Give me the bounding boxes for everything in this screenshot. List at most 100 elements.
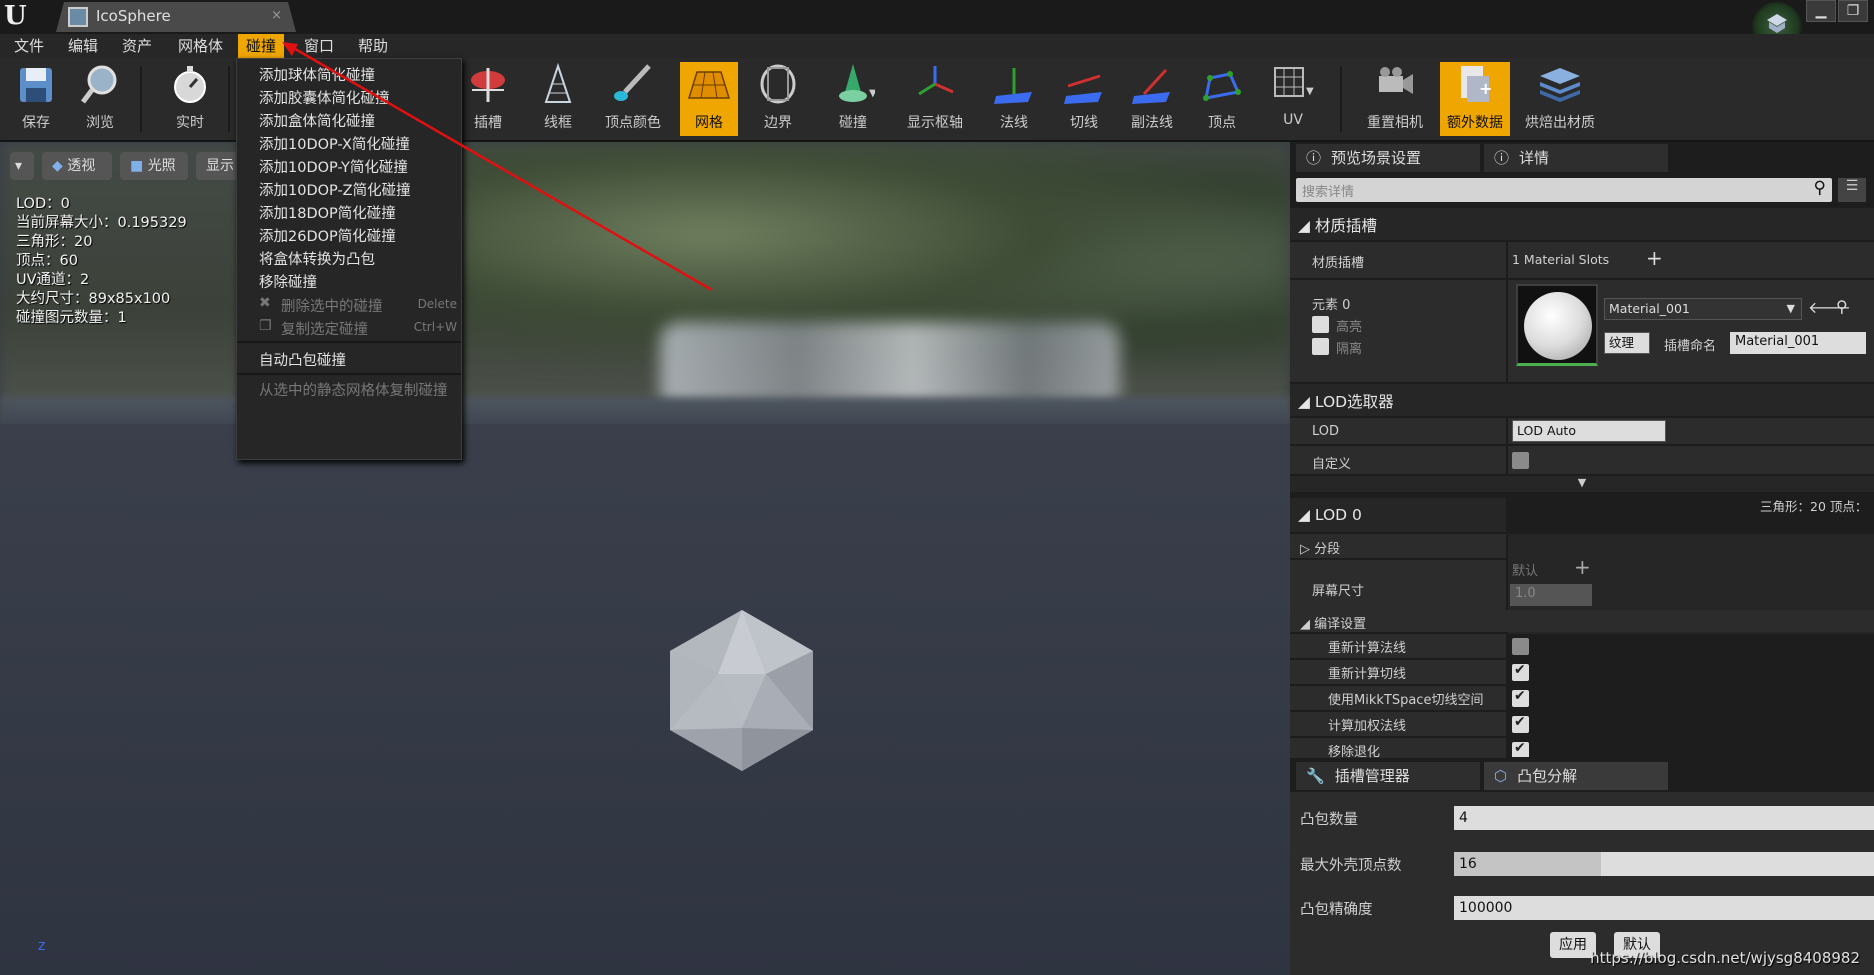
menu-mesh[interactable]: 网格体	[170, 34, 231, 58]
lod-combo[interactable]: LOD Auto	[1512, 420, 1666, 442]
menu-item-convert-to-convex[interactable]: 将盒体转换为凸包	[259, 248, 375, 269]
menu-item-add-10dop-z[interactable]: 添加10DOP-Z简化碰撞	[259, 179, 411, 200]
viewport[interactable]: ▾ ◆ 透视 ■ 光照 显示 z	[0, 142, 1290, 975]
menu-file[interactable]: 文件	[6, 34, 52, 58]
grid-toggle[interactable]: 网格	[680, 62, 738, 136]
lit-button[interactable]: ■ 光照	[120, 152, 188, 180]
show-pivot-toggle[interactable]: 显示枢轴	[900, 62, 970, 136]
realtime-button[interactable]: 实时	[164, 62, 216, 136]
row-recompute-normals: 重新计算法线	[1290, 634, 1506, 658]
menu-item-add-26dop[interactable]: 添加26DOP简化碰撞	[259, 225, 396, 246]
menu-item-add-sphere[interactable]: 添加球体简化碰撞	[259, 64, 375, 85]
browse-label: 浏览	[86, 115, 114, 131]
bake-material-button[interactable]: 烘焙出材质	[1522, 62, 1598, 136]
apply-button[interactable]: 应用	[1550, 932, 1596, 958]
bounds-toggle[interactable]: 边界	[752, 62, 804, 136]
delete-collision-icon: ✖	[259, 295, 271, 311]
recompute-tangents-checkbox[interactable]	[1512, 662, 1529, 681]
menu-item-auto-convex[interactable]: 自动凸包碰撞	[259, 349, 346, 370]
normals-toggle[interactable]: 法线	[988, 62, 1040, 136]
perspective-button[interactable]: ◆ 透视	[42, 152, 112, 180]
menu-item-add-10dop-y[interactable]: 添加10DOP-Y简化碰撞	[259, 156, 408, 177]
restore-button[interactable]: ❐	[1838, 0, 1868, 22]
wireframe-toggle[interactable]: 线框	[532, 62, 584, 136]
tangents-toggle[interactable]: 切线	[1058, 62, 1110, 136]
section-build-settings[interactable]: ◢ 编译设置	[1290, 610, 1874, 632]
section-material-slots[interactable]: ◢ 材质插槽	[1290, 208, 1874, 240]
row-lod-value: LOD Auto	[1508, 418, 1874, 444]
vertices-toggle[interactable]: 顶点	[1196, 62, 1248, 136]
menu-item-duplicate-selected[interactable]: 复制选定碰撞	[281, 318, 368, 339]
tab-socket-manager[interactable]: 🔧 插槽管理器	[1296, 762, 1480, 790]
menu-item-add-18dop[interactable]: 添加18DOP简化碰撞	[259, 202, 396, 223]
slot-name-input[interactable]: Material_001	[1730, 332, 1866, 354]
menu-item-delete-selected[interactable]: 删除选中的碰撞	[281, 295, 383, 316]
row-element0-value: Material_001 🡐 ⚲ 纹理 插槽命名 Material_001	[1508, 280, 1874, 382]
row-sections[interactable]: ▷ 分段	[1290, 534, 1506, 558]
tab-close-button[interactable]: ×	[271, 8, 282, 23]
vertex-colors-toggle[interactable]: 顶点颜色	[600, 62, 666, 136]
menu-window[interactable]: 窗口	[296, 34, 342, 58]
browse-material-icon[interactable]: ⚲	[1836, 297, 1848, 316]
vertex-colors-label: 顶点颜色	[605, 115, 661, 131]
compute-weighted-checkbox[interactable]	[1512, 714, 1529, 733]
section-lod-picker-title: LOD选取器	[1314, 393, 1394, 411]
unreal-logo-icon[interactable]: U	[4, 1, 38, 31]
add-slot-icon[interactable]: +	[1646, 246, 1663, 270]
highlight-checkbox[interactable]	[1312, 316, 1329, 333]
add-platform-override-icon[interactable]: +	[1574, 555, 1591, 579]
tab-preview-scene-settings[interactable]: ⓘ 预览场景设置	[1296, 144, 1480, 172]
view-options-icon[interactable]: ☰	[1838, 178, 1866, 202]
save-button[interactable]: 保存	[10, 62, 62, 136]
menu-item-add-10dop-x[interactable]: 添加10DOP-X简化碰撞	[259, 133, 410, 154]
convex-hull-icon: ⬡	[1494, 767, 1508, 785]
row-material-slots-value: 1 Material Slots +	[1508, 242, 1874, 278]
sockets-toggle[interactable]: 插槽	[462, 62, 514, 136]
viewport-options-button[interactable]: ▾	[10, 152, 34, 180]
menu-item-add-box[interactable]: 添加盒体简化碰撞	[259, 110, 375, 131]
menu-item-remove-collision[interactable]: 移除碰撞	[259, 271, 317, 292]
realtime-label: 实时	[176, 115, 204, 131]
isolate-checkbox[interactable]	[1312, 338, 1329, 355]
brush-icon	[614, 64, 651, 101]
sections-label: ▷ 分段	[1300, 542, 1341, 557]
asset-tab[interactable]: IcoSphere ×	[56, 2, 296, 32]
hull-precision-input[interactable]: 100000	[1454, 896, 1874, 920]
menu-item-add-capsule[interactable]: 添加胶囊体简化碰撞	[259, 87, 390, 108]
material-thumbnail[interactable]	[1516, 284, 1598, 366]
custom-checkbox[interactable]	[1512, 452, 1529, 469]
use-mikkt-label: 使用MikkTSpace切线空间	[1328, 693, 1484, 708]
tab-convex-decomposition[interactable]: ⬡ 凸包分解	[1484, 762, 1668, 790]
use-mikkt-checkbox[interactable]	[1512, 688, 1529, 707]
minimize-button[interactable]: ▁	[1806, 0, 1836, 22]
tab-details[interactable]: ⓘ 详情	[1484, 144, 1668, 172]
texture-dropdown[interactable]: 纹理	[1604, 332, 1650, 354]
menu-help[interactable]: 帮助	[350, 34, 396, 58]
section-lod-picker[interactable]: ◢ LOD选取器	[1290, 384, 1874, 416]
material-combo[interactable]: Material_001	[1604, 298, 1802, 320]
section-lod0[interactable]: ◢ LOD 0	[1290, 498, 1506, 532]
expand-advanced-icon[interactable]: ▼	[1290, 476, 1874, 492]
reset-camera-button[interactable]: 重置相机	[1364, 62, 1426, 136]
screen-size-input[interactable]: 1.0	[1510, 584, 1592, 606]
svg-text:▼: ▼	[869, 88, 875, 99]
section-lod0-title: LOD 0	[1314, 506, 1362, 524]
hull-count-input[interactable]: 4	[1454, 806, 1874, 830]
grid-label: 网格	[695, 115, 723, 131]
bounds-icon	[760, 64, 796, 104]
stat-collision-primitives: 碰撞图元数量：1	[16, 310, 127, 326]
additional-data-toggle[interactable]: + 额外数据	[1440, 62, 1510, 136]
collision-dropdown[interactable]: ▼ 碰撞	[820, 62, 886, 136]
max-hull-verts-slider[interactable]: 16	[1454, 852, 1874, 876]
menu-asset[interactable]: 资产	[114, 34, 160, 58]
menu-edit[interactable]: 编辑	[60, 34, 106, 58]
search-input[interactable]: 搜索详情 ⚲	[1296, 178, 1832, 202]
magnifier-icon	[81, 65, 117, 104]
browse-button[interactable]: 浏览	[74, 62, 126, 136]
menu-collision[interactable]: 碰撞	[238, 34, 285, 58]
menu-item-copy-from-selected[interactable]: 从选中的静态网格体复制碰撞	[259, 379, 448, 400]
remove-degenerates-checkbox[interactable]	[1512, 742, 1529, 757]
uv-dropdown[interactable]: ▼ UV	[1262, 62, 1324, 136]
recompute-normals-checkbox[interactable]	[1512, 638, 1529, 655]
binormals-toggle[interactable]: 副法线	[1122, 62, 1182, 136]
